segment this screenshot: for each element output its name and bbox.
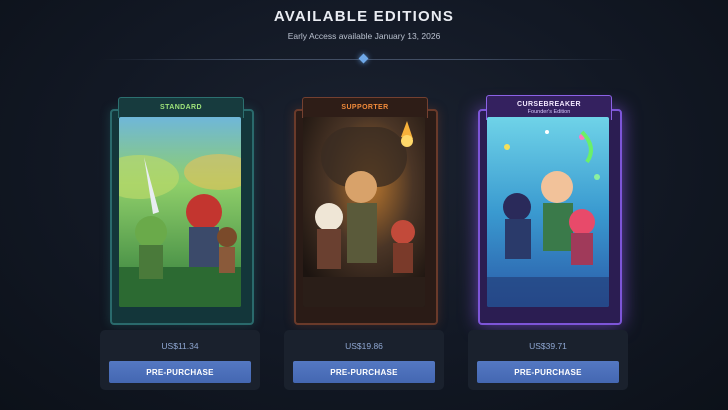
edition-card-standard[interactable]: STANDARD [100,97,260,325]
edition-nameplate: STANDARD [118,97,244,118]
edition-card-cursebreaker[interactable]: CURSEBREAKER Founder's Edition [468,95,628,325]
edition-card-supporter[interactable]: SUPPORTER [284,97,444,325]
edition-name: CURSEBREAKER [517,101,581,108]
pre-purchase-button-cursebreaker[interactable]: PRE-PURCHASE [477,361,619,383]
page-title: AVAILABLE EDITIONS [273,8,455,25]
pre-purchase-button-supporter[interactable]: PRE-PURCHASE [293,361,435,383]
price-supporter: US$19.86 [345,341,383,351]
release-date-text: Early Access available January 13, 2026 [287,31,441,41]
edition-cover-art-standard [119,117,241,307]
price-cursebreaker: US$39.71 [529,341,567,351]
edition-name: STANDARD [160,104,202,111]
edition-nameplate: SUPPORTER [302,97,428,118]
price-standard: US$11.34 [161,341,199,351]
edition-cover-art-cursebreaker [487,117,609,307]
edition-cover-art-supporter [303,117,425,307]
edition-name: SUPPORTER [341,104,389,111]
edition-subtitle: Founder's Edition [527,109,571,115]
section-header: AVAILABLE EDITIONS Early Access availabl… [0,0,728,70]
price-box-supporter: US$19.86 PRE-PURCHASE [284,330,444,390]
pre-purchase-button-standard[interactable]: PRE-PURCHASE [109,361,251,383]
diamond-icon [358,53,369,64]
price-box-standard: US$11.34 PRE-PURCHASE [100,330,260,390]
price-box-cursebreaker: US$39.71 PRE-PURCHASE [468,330,628,390]
